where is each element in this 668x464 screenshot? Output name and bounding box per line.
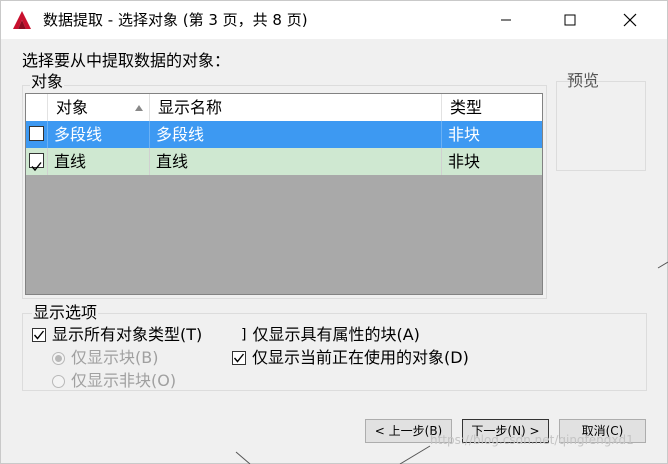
checkmark-icon	[233, 353, 245, 363]
radio-dot	[55, 354, 62, 362]
dialog-window: 数据提取 - 选择对象 (第 3 页，共 8 页) 选择要从中提取数据的对象： …	[0, 0, 668, 464]
checkmark-icon	[33, 330, 45, 340]
column-header-object-label: 对象	[56, 98, 89, 117]
cell-object: 多段线	[48, 121, 150, 148]
cell-type: 非块	[448, 125, 481, 144]
only-blocks-radio[interactable]	[52, 351, 65, 365]
maximize-button[interactable]	[547, 1, 593, 39]
preview-group	[556, 81, 646, 171]
cell-object: 直线	[48, 148, 150, 175]
row-checkbox[interactable]	[29, 153, 44, 172]
only-in-use-label: 仅显示当前正在使用的对象(D)	[252, 348, 469, 367]
table-row[interactable]: 直线 直线 非块	[26, 148, 542, 175]
window-title: 数据提取 - 选择对象 (第 3 页，共 8 页)	[43, 11, 308, 29]
preview-label: 预览	[567, 71, 600, 90]
objects-table[interactable]: 对象 显示名称 类型 多段线 多段线 非块 直线 直线 非块	[25, 93, 543, 295]
autocad-app-icon	[13, 11, 31, 29]
column-header-check[interactable]	[26, 94, 48, 121]
cell-display-name[interactable]: 多段线	[150, 121, 442, 148]
column-header-object[interactable]: 对象	[48, 94, 150, 121]
row-checkbox-cell[interactable]	[26, 148, 48, 175]
only-blocks-label: 仅显示块(B)	[71, 348, 159, 367]
only-attr-blocks-option[interactable]: ] 仅显示具有属性的块(A)	[241, 324, 420, 346]
only-blocks-option[interactable]: 仅显示块(B)	[52, 347, 158, 369]
maximize-icon	[564, 14, 576, 26]
table-row[interactable]: 多段线 多段线 非块	[26, 121, 542, 148]
show-all-types-label: 显示所有对象类型(T)	[52, 325, 203, 344]
only-attr-blocks-checkbox-edge[interactable]: ]	[241, 324, 246, 346]
column-header-type[interactable]: 类型	[442, 94, 542, 121]
sort-ascending-icon	[135, 105, 143, 111]
only-attr-blocks-label: 仅显示具有属性的块(A)	[252, 325, 420, 344]
column-header-display-name[interactable]: 显示名称	[150, 94, 442, 121]
checkmark-icon	[31, 162, 42, 172]
title-bar[interactable]: 数据提取 - 选择对象 (第 3 页，共 8 页)	[1, 1, 667, 39]
row-checkbox-cell[interactable]	[26, 121, 48, 148]
minimize-icon	[501, 19, 511, 21]
cell-type: 非块	[448, 152, 481, 171]
only-in-use-option[interactable]: 仅显示当前正在使用的对象(D)	[232, 347, 469, 369]
display-options-legend: 显示选项	[32, 303, 99, 323]
close-icon	[623, 13, 637, 27]
show-all-types-checkbox[interactable]	[32, 328, 46, 342]
close-button[interactable]	[607, 1, 653, 39]
watermark-text: https://blog.csdn.net/qingfengxd1	[430, 433, 634, 447]
row-checkbox[interactable]	[29, 126, 44, 141]
instruction-text: 选择要从中提取数据的对象：	[22, 51, 231, 70]
only-non-blocks-option[interactable]: 仅显示非块(O)	[52, 370, 176, 392]
show-all-types-option[interactable]: 显示所有对象类型(T)	[32, 324, 202, 346]
cell-display-name[interactable]: 直线	[150, 148, 442, 175]
only-non-blocks-radio[interactable]	[52, 374, 65, 388]
only-in-use-checkbox[interactable]	[232, 351, 246, 365]
only-non-blocks-label: 仅显示非块(O)	[71, 371, 177, 390]
minimize-button[interactable]	[483, 1, 529, 39]
table-header: 对象 显示名称 类型	[26, 94, 542, 122]
objects-group-legend: 对象	[30, 72, 65, 92]
